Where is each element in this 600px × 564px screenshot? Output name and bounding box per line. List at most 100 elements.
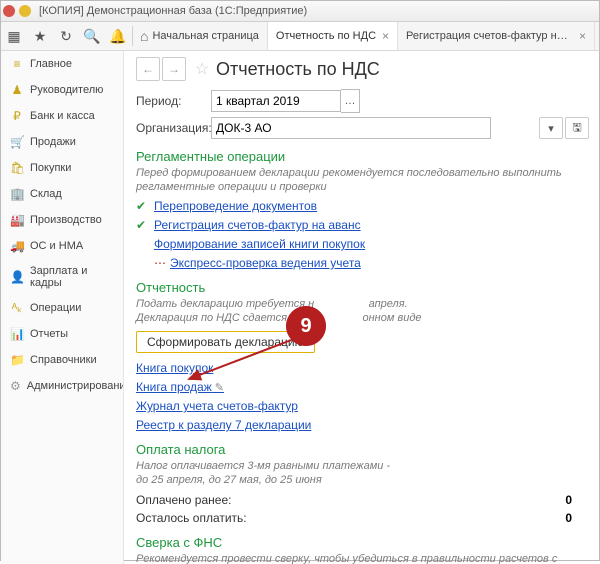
check-icon: ✔ (136, 218, 150, 232)
org-input[interactable] (211, 117, 491, 139)
main-toolbar: ▦ ★ ↻ 🔍 🔔 ⌂ Начальная страница Отчетност… (1, 22, 599, 51)
close-icon[interactable]: × (579, 29, 586, 43)
window-titlebar: [КОПИЯ] Демонстрационная база (1С:Предпр… (1, 1, 599, 22)
report-link[interactable]: Реестр к разделу 7 декларации (136, 418, 311, 432)
section-title-regops: Регламентные операции (136, 149, 589, 164)
callout-badge: 9 (286, 306, 326, 346)
sidebar-label: Продажи (30, 136, 76, 148)
sidebar-icon: 🏢 (10, 187, 24, 201)
tab-label: Регистрация счетов-фактур на аванс (406, 30, 573, 42)
report-link-row: Реестр к разделу 7 декларации (136, 418, 589, 432)
warning-icon: ⋯ (154, 256, 166, 270)
sidebar-label: Зарплата и кадры (30, 265, 115, 289)
period-picker-button[interactable]: … (341, 89, 360, 113)
sidebar-icon: 📁 (10, 353, 24, 367)
regops-row: ✔ Перепроведение документов (136, 199, 589, 213)
sidebar-item[interactable]: 🛍 Покупки (1, 155, 123, 181)
regops-list: ✔ Перепроведение документов ✔ Регистрация с… (136, 199, 589, 270)
section-note-regops: Перед формированием декларации рекоменду… (136, 166, 589, 194)
sidebar-label: Покупки (30, 162, 71, 174)
window-state-icon (19, 5, 31, 17)
sidebar-label: Склад (30, 188, 62, 200)
regops-link[interactable]: Формирование записей книги покупок (154, 237, 365, 251)
sidebar-item[interactable]: ⚙ Администрирование (1, 373, 123, 399)
edit-icon: ✎ (212, 382, 224, 394)
apps-icon[interactable]: ▦ (1, 22, 27, 50)
report-link[interactable]: Журнал учета счетов-фактур (136, 399, 298, 413)
sidebar-label: Главное (30, 58, 72, 70)
period-input[interactable] (211, 90, 341, 112)
sidebar-icon: ≡ (10, 57, 24, 71)
tab-home[interactable]: ⌂ Начальная страница (134, 22, 268, 50)
period-label: Период: (136, 94, 211, 108)
org-label: Организация: (136, 121, 211, 135)
nav-back-button[interactable]: ← (136, 57, 160, 81)
tab-label: Отчетность по НДС (276, 30, 376, 42)
sidebar-item[interactable]: ₽Банк и касса (1, 103, 123, 129)
sidebar-icon: 📊 (10, 327, 24, 341)
sidebar-item[interactable]: 👤 Зарплата и кадры (1, 259, 123, 295)
regops-row: ✔ Регистрация счетов-фактур на аванс (136, 218, 589, 232)
sidebar-icon: ♟ (10, 83, 24, 97)
tab-vat-report[interactable]: Отчетность по НДС × (268, 22, 398, 50)
report-link-row: Книга покупок (136, 361, 589, 375)
sidebar-icon: ᴬₖ (10, 301, 24, 315)
report-link[interactable]: Книга продаж ✎ (136, 380, 224, 394)
sidebar-item[interactable]: 🛒 Продажи (1, 129, 123, 155)
sidebar-label: Администрирование (27, 380, 124, 392)
section-title-report: Отчетность (136, 280, 589, 295)
regops-link[interactable]: Регистрация счетов-фактур на аванс (154, 218, 361, 232)
sidebar-item[interactable]: ≡ Главное (1, 51, 123, 77)
sidebar-icon: ₽ (10, 109, 24, 123)
history-icon[interactable]: ↻ (53, 22, 79, 50)
logo-1c-icon (3, 5, 15, 17)
sidebar-icon: 🛍 (10, 161, 24, 175)
sidebar-item[interactable]: 📊 Отчеты (1, 321, 123, 347)
sidebar-icon: 👤 (10, 270, 24, 284)
sidebar-item[interactable]: 🚚ОС и НМА (1, 233, 123, 259)
open-external-button[interactable]: ▾ (539, 117, 563, 139)
sidebar-icon: 🛒 (10, 135, 24, 149)
tax-label: Осталось оплатить: (136, 511, 247, 525)
favorite-star-icon[interactable]: ☆ (192, 59, 212, 79)
tax-value: 0 (565, 493, 572, 507)
page-title: Отчетность по НДС (216, 59, 380, 80)
callout-number: 9 (300, 315, 311, 338)
window-title: [КОПИЯ] Демонстрационная база (1С:Предпр… (39, 5, 307, 17)
tax-label: Оплачено ранее: (136, 493, 231, 507)
report-link[interactable]: Книга покупок (136, 361, 213, 375)
attach-button[interactable]: 🖫 (565, 117, 589, 139)
sidebar-item[interactable]: 🏢 Склад (1, 181, 123, 207)
sidebar-item[interactable]: 📁Справочники (1, 347, 123, 373)
search-icon[interactable]: 🔍 (79, 22, 105, 50)
sidebar-label: Отчеты (30, 328, 68, 340)
check-icon: ✔ (136, 199, 150, 213)
sidebar-icon: 🏭 (10, 213, 24, 227)
report-links: Книга покупок Книга продаж ✎ Журнал учета … (136, 361, 589, 432)
section-title-tax: Оплата налога (136, 442, 589, 457)
nav-forward-button[interactable]: → (162, 57, 186, 81)
sidebar-icon: 🚚 (10, 239, 24, 253)
section-title-fns: Сверка с ФНС (136, 535, 589, 550)
close-icon[interactable]: × (382, 29, 389, 43)
sidebar-item[interactable]: ♟Руководителю (1, 77, 123, 103)
sidebar-icon: ⚙ (10, 379, 21, 393)
regops-link[interactable]: Перепроведение документов (154, 199, 317, 213)
sidebar: ≡ Главное ♟Руководителю₽Банк и касса 🛒 Прода… (1, 51, 124, 564)
tax-values: Оплачено ранее: 0 Осталось оплатить: 0 (136, 493, 589, 525)
star-icon[interactable]: ★ (27, 22, 53, 50)
sidebar-item[interactable]: ᴬₖОперации (1, 295, 123, 321)
page-content: ← → ☆ Отчетность по НДС Период: … Органи… (124, 51, 599, 564)
bell-icon[interactable]: 🔔 (105, 22, 131, 50)
regops-link[interactable]: Экспресс-проверка ведения учета (170, 256, 361, 270)
sidebar-label: Производство (30, 214, 102, 226)
toolbar-separator (132, 26, 133, 46)
report-link-row: Книга продаж ✎ (136, 380, 589, 394)
section-note-fns: Рекомендуется провести сверку, чтобы убе… (136, 552, 589, 564)
section-note-tax: Налог оплачивается 3-мя равными платежам… (136, 459, 589, 487)
sidebar-item[interactable]: 🏭 Производство (1, 207, 123, 233)
tab-advance-invoices[interactable]: Регистрация счетов-фактур на аванс × (398, 22, 595, 50)
regops-row: ✔Формирование записей книги покупок (136, 237, 589, 251)
tax-value-row: Оплачено ранее: 0 (136, 493, 576, 507)
tab-bar: ⌂ Начальная страница Отчетность по НДС ×… (134, 22, 599, 50)
